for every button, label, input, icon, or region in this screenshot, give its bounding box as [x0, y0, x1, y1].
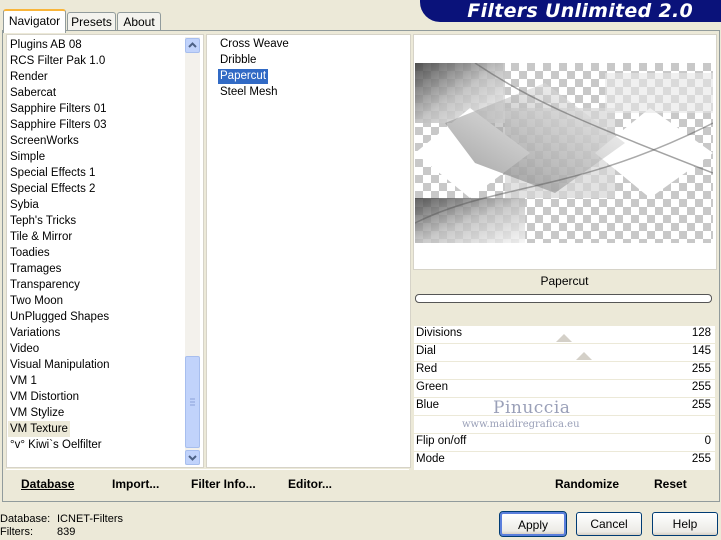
- chevron-down-icon: [188, 455, 197, 461]
- category-item[interactable]: Sybia: [8, 197, 41, 213]
- category-item[interactable]: Sabercat: [8, 85, 58, 101]
- category-item[interactable]: Simple: [8, 149, 47, 165]
- tab-about[interactable]: About: [117, 12, 161, 31]
- category-item[interactable]: RCS Filter Pak 1.0: [8, 53, 107, 69]
- banner-title: Filters Unlimited 2.0: [467, 0, 693, 22]
- filter-item[interactable]: Papercut: [218, 69, 269, 84]
- param-value: 255: [691, 381, 711, 393]
- category-item[interactable]: Toadies: [8, 245, 52, 261]
- param-label: Green: [416, 381, 448, 393]
- slider-marker: [556, 334, 572, 342]
- category-item[interactable]: Visual Manipulation: [8, 357, 112, 373]
- filters-count: 839: [57, 526, 76, 538]
- category-item[interactable]: Video: [8, 341, 41, 357]
- preview-filter-name: Papercut: [540, 274, 589, 288]
- category-item[interactable]: °v° Kiwi`s Oelfilter: [8, 437, 104, 453]
- progress-bar: [415, 294, 712, 303]
- filter-item[interactable]: Steel Mesh: [218, 85, 280, 100]
- category-item[interactable]: Tramages: [8, 261, 63, 277]
- grip-icon: [190, 398, 195, 406]
- param-value: 0: [704, 435, 711, 447]
- filter-item[interactable]: Cross Weave: [218, 37, 291, 52]
- param-row[interactable]: Flip on/off 0: [414, 434, 715, 451]
- watermark-title: Pinuccia: [493, 398, 571, 418]
- param-label: Red: [416, 363, 438, 375]
- category-item[interactable]: Two Moon: [8, 293, 65, 309]
- database-button[interactable]: Database: [21, 476, 74, 492]
- category-item[interactable]: Sapphire Filters 01: [8, 101, 109, 117]
- category-item[interactable]: Plugins AB 08: [8, 37, 84, 53]
- tab-presets[interactable]: Presets: [67, 12, 116, 31]
- randomize-button[interactable]: Randomize: [555, 476, 619, 492]
- param-row[interactable]: Dial 145: [414, 344, 715, 361]
- param-label: Dial: [416, 345, 436, 357]
- category-item[interactable]: VM Stylize: [8, 405, 66, 421]
- title-banner: Filters Unlimited 2.0: [420, 0, 721, 22]
- param-value: 128: [691, 327, 711, 339]
- category-item[interactable]: VM Texture: [8, 421, 70, 437]
- param-row[interactable]: Mode 255: [414, 452, 715, 469]
- filter-info-button[interactable]: Filter Info...: [191, 476, 256, 492]
- scroll-down-button[interactable]: [185, 450, 200, 465]
- watermark-url: www.maidiregrafica.eu: [462, 419, 580, 430]
- scroll-up-button[interactable]: [185, 38, 200, 53]
- param-value: 255: [691, 399, 711, 411]
- tab-navigator[interactable]: Navigator: [3, 9, 66, 33]
- category-item[interactable]: Render: [8, 69, 50, 85]
- category-item[interactable]: Tile & Mirror: [8, 229, 74, 245]
- category-item[interactable]: Variations: [8, 325, 62, 341]
- chevron-up-icon: [188, 42, 197, 48]
- param-label: Divisions: [416, 327, 463, 339]
- category-item[interactable]: Special Effects 2: [8, 181, 97, 197]
- filters-label: Filters:: [0, 526, 33, 538]
- category-item[interactable]: Transparency: [8, 277, 82, 293]
- param-value: 255: [691, 363, 711, 375]
- reset-button[interactable]: Reset: [654, 476, 687, 492]
- param-value: 145: [691, 345, 711, 357]
- slider-marker: [576, 352, 592, 360]
- category-item[interactable]: Teph's Tricks: [8, 213, 78, 229]
- category-item[interactable]: Sapphire Filters 03: [8, 117, 109, 133]
- scroll-thumb[interactable]: [185, 356, 200, 448]
- category-item[interactable]: ScreenWorks: [8, 133, 81, 149]
- editor-button[interactable]: Editor...: [288, 476, 332, 492]
- param-row[interactable]: Red 255: [414, 362, 715, 379]
- filter-item[interactable]: Dribble: [218, 53, 258, 68]
- database-label: Database:: [0, 513, 51, 525]
- param-label: Flip on/off: [416, 435, 467, 447]
- apply-button[interactable]: Apply: [499, 511, 567, 537]
- param-row[interactable]: Green 255: [414, 380, 715, 397]
- category-item[interactable]: UnPlugged Shapes: [8, 309, 111, 325]
- preview-image: [415, 63, 713, 243]
- category-item[interactable]: VM Distortion: [8, 389, 81, 405]
- help-button[interactable]: Help: [652, 512, 718, 536]
- database-value: ICNET-Filters: [57, 513, 123, 525]
- param-value: 255: [691, 453, 711, 465]
- import-button[interactable]: Import...: [112, 476, 159, 492]
- param-label: Mode: [416, 453, 445, 465]
- category-item[interactable]: VM 1: [8, 373, 39, 389]
- category-item[interactable]: Special Effects 1: [8, 165, 97, 181]
- param-label: Blue: [416, 399, 440, 411]
- cancel-button[interactable]: Cancel: [576, 512, 642, 536]
